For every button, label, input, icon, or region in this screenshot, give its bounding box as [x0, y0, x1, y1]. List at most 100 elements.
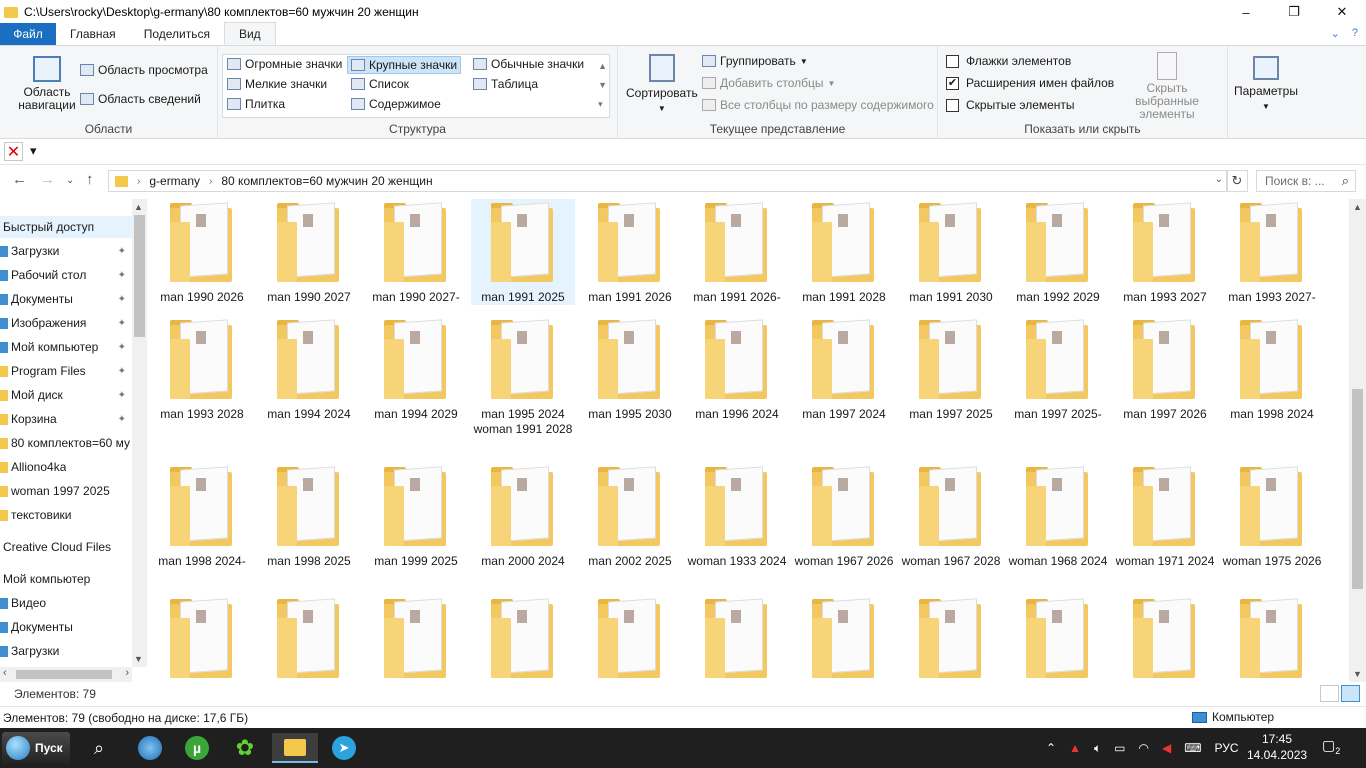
chevron-down-icon[interactable]: ⌄ — [1331, 27, 1340, 40]
folder-item[interactable]: woman 1968 2024 — [1006, 463, 1110, 569]
sidebar-item-pictures[interactable]: Изображения ✦ — [0, 312, 132, 334]
breadcrumb-item[interactable]: g-ermany — [149, 174, 200, 188]
nav-pane-button[interactable]: Область навигации — [12, 56, 82, 112]
sidebar-item-woman-1997-2025[interactable]: woman 1997 2025 — [0, 480, 132, 502]
volume-muted-icon[interactable]: ◀ — [1162, 741, 1171, 755]
gallery-scroll[interactable]: ▲ ▼ ▾ — [598, 57, 607, 114]
folder-item[interactable] — [1113, 595, 1217, 682]
folder-item[interactable]: man 1995 2024 woman 1991 2028 — [471, 316, 575, 437]
folder-item[interactable]: man 1997 2024 — [792, 316, 896, 422]
preview-pane-button[interactable]: Область просмотра — [80, 63, 208, 77]
layout-medium-icons[interactable]: Обычные значки — [473, 57, 584, 71]
wifi-icon[interactable]: ◠ — [1139, 741, 1149, 755]
help-icon[interactable]: ? — [1352, 27, 1358, 40]
sidebar-creative-cloud[interactable]: Creative Cloud Files — [0, 536, 132, 558]
folder-item[interactable] — [364, 595, 468, 682]
sidebar-item-documents[interactable]: Документы ✦ — [0, 288, 132, 310]
large-icons-view-icon[interactable] — [1341, 685, 1360, 702]
chevron-down-icon[interactable]: ⌄ — [1215, 174, 1223, 185]
folder-item[interactable] — [150, 595, 254, 682]
scroll-up-icon[interactable]: ▲ — [134, 202, 143, 212]
layout-tiles[interactable]: Плитка — [227, 97, 285, 111]
folder-item[interactable]: man 1997 2025- — [1006, 316, 1110, 422]
sidebar-item-downloads[interactable]: Загрузки ✦ — [0, 240, 132, 262]
sidebar-item-desktop[interactable]: Рабочий стол ✦ — [0, 264, 132, 286]
folder-item[interactable]: man 1998 2024 — [1220, 316, 1324, 422]
filter-icon[interactable]: ▾ — [30, 143, 37, 159]
folder-item[interactable] — [792, 595, 896, 682]
start-button[interactable]: Пуск — [2, 732, 70, 764]
tab-share[interactable]: Поделиться — [130, 23, 224, 45]
sidebar-item-computer-documents[interactable]: Документы — [0, 616, 132, 638]
language-indicator[interactable]: РУС — [1215, 741, 1239, 755]
chevron-right-icon[interactable]: › — [209, 176, 212, 187]
layout-content[interactable]: Содержимое — [351, 97, 441, 111]
layout-large-icons[interactable]: Крупные значки — [347, 56, 462, 74]
folder-item[interactable] — [1006, 595, 1110, 682]
scroll-right-icon[interactable]: › — [125, 667, 129, 679]
sidebar-item-alliono4ka[interactable]: Alliono4ka — [0, 456, 132, 478]
keyboard-icon[interactable]: ⌨ — [1184, 741, 1201, 755]
hidden-items-toggle[interactable]: Скрытые элементы — [946, 98, 1075, 112]
hide-selected-button[interactable]: Скрыть выбранные элементы — [1114, 52, 1220, 121]
scrollbar-thumb[interactable] — [134, 215, 145, 337]
folder-item[interactable]: man 1994 2029 — [364, 316, 468, 422]
scrollbar-thumb[interactable] — [1352, 389, 1363, 589]
group-by-button[interactable]: Группировать ▼ — [702, 54, 808, 68]
folder-item[interactable]: woman 1933 2024 — [685, 463, 789, 569]
sidebar-vertical-scrollbar[interactable]: ▲ ▼ — [132, 199, 147, 667]
folder-item[interactable] — [899, 595, 1003, 682]
folder-item[interactable]: man 1990 2027 — [257, 199, 361, 305]
sidebar-item-program-files[interactable]: Program Files ✦ — [0, 360, 132, 382]
address-bar[interactable]: › g-ermany › 80 комплектов=60 мужчин 20 … — [108, 170, 1228, 192]
browser-icon[interactable] — [127, 733, 173, 763]
folder-item[interactable]: woman 1967 2028 — [899, 463, 1003, 569]
scroll-down-icon[interactable]: ▼ — [134, 654, 143, 664]
scroll-down-icon[interactable]: ▼ — [1353, 669, 1362, 679]
forward-icon[interactable]: → — [40, 171, 55, 188]
folder-item[interactable]: man 1994 2024 — [257, 316, 361, 422]
folder-item[interactable]: man 1991 2030 — [899, 199, 1003, 305]
checkbox[interactable] — [946, 98, 959, 112]
scrollbar-thumb[interactable] — [16, 670, 112, 679]
app-tray-icon[interactable]: ▲ — [1069, 741, 1081, 755]
fit-columns-button[interactable]: Все столбцы по размеру содержимого — [702, 98, 934, 112]
add-columns-button[interactable]: Добавить столбцы ▼ — [702, 76, 835, 90]
sidebar-horizontal-scrollbar[interactable]: ‹ › — [0, 667, 132, 682]
sidebar-item-recent-folder[interactable]: 80 комплектов=60 му — [0, 432, 132, 454]
search-icon[interactable]: ⌕ — [76, 733, 122, 763]
folder-item[interactable]: man 1993 2028 — [150, 316, 254, 422]
search-input[interactable]: Поиск в: ... ⌕ — [1256, 170, 1356, 192]
folder-item[interactable]: woman 1975 2026 — [1220, 463, 1324, 569]
breadcrumb-item[interactable]: 80 комплектов=60 мужчин 20 женщин — [221, 174, 432, 188]
content-vertical-scrollbar[interactable]: ▲ ▼ — [1349, 199, 1366, 682]
folder-item[interactable]: man 1993 2027- — [1220, 199, 1324, 305]
notifications-icon[interactable]: ▢2 — [1322, 737, 1340, 756]
recent-locations-icon[interactable]: ⌄ — [66, 175, 74, 186]
sidebar-item-computer-downloads[interactable]: Загрузки — [0, 640, 132, 662]
tab-file[interactable]: Файл — [0, 23, 56, 45]
item-checkboxes-toggle[interactable]: Флажки элементов — [946, 54, 1071, 68]
folder-item[interactable]: man 1997 2026 — [1113, 316, 1217, 422]
clock[interactable]: 17:45 14.04.2023 — [1247, 731, 1307, 763]
layout-small-icons[interactable]: Мелкие значки — [227, 77, 327, 91]
layout-list[interactable]: Список — [351, 77, 409, 91]
folder-item[interactable]: man 1998 2024- — [150, 463, 254, 569]
layout-extra-large-icons[interactable]: Огромные значки — [227, 57, 342, 71]
details-pane-button[interactable]: Область сведений — [80, 92, 201, 106]
sidebar-item-video[interactable]: Видео — [0, 592, 132, 614]
file-extensions-toggle[interactable]: ✔ Расширения имен файлов — [946, 76, 1114, 90]
sidebar-item-my-drive[interactable]: Мой диск ✦ — [0, 384, 132, 406]
folder-item[interactable]: man 1993 2027 — [1113, 199, 1217, 305]
battery-icon[interactable]: ▭ — [1114, 741, 1125, 755]
maximize-button[interactable]: ❐ — [1270, 0, 1318, 24]
folder-item[interactable] — [471, 595, 575, 682]
up-icon[interactable]: ↑ — [86, 171, 94, 188]
folder-item[interactable]: man 1996 2024 — [685, 316, 789, 422]
folder-item[interactable]: man 1990 2027- — [364, 199, 468, 305]
scroll-up-icon[interactable]: ▲ — [1353, 202, 1362, 212]
folder-item[interactable]: man 2002 2025 — [578, 463, 682, 569]
folder-item[interactable]: man 1998 2025 — [257, 463, 361, 569]
refresh-icon[interactable]: ↻ — [1226, 170, 1248, 192]
icq-icon[interactable]: ✿ — [222, 733, 268, 763]
